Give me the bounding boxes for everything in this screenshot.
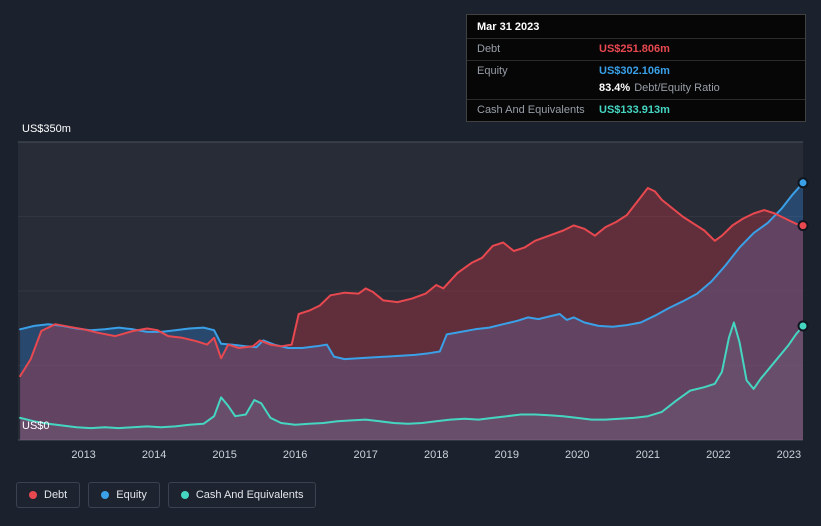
tooltip-ratio-label: Debt/Equity Ratio	[634, 82, 720, 94]
legend-item-equity[interactable]: Equity	[88, 482, 160, 508]
x-axis-label: 2021	[635, 449, 661, 461]
tooltip-debt-label: Debt	[477, 43, 501, 55]
x-axis-label: 2014	[141, 449, 167, 461]
tooltip-ratio-value: 83.4%	[599, 82, 631, 94]
x-axis-label: 2016	[282, 449, 308, 461]
tooltip-date: Mar 31 2023	[477, 21, 540, 33]
tooltip-cash-value: US$133.913m	[599, 104, 670, 116]
y-axis-max-label: US$350m	[22, 123, 71, 135]
legend-cash-label: Cash And Equivalents	[195, 489, 304, 501]
cash-legend-dot-icon	[180, 491, 189, 499]
x-axis-label: 2023	[776, 449, 802, 461]
tooltip-row-cash: Cash And Equivalents US$133.913m	[467, 99, 805, 121]
tooltip-row-equity: Equity US$302.106m	[467, 60, 805, 82]
chart-tooltip: Mar 31 2023 Debt US$251.806m Equity US$3…	[466, 14, 806, 122]
legend-item-debt[interactable]: Debt	[16, 482, 81, 508]
x-axis-label: 2019	[494, 449, 519, 461]
x-axis-label: 2015	[212, 449, 237, 461]
x-axis-label: 2018	[423, 449, 449, 461]
tooltip-equity-value: US$302.106m	[599, 65, 670, 77]
tooltip-equity-label: Equity	[477, 65, 508, 77]
y-axis-zero-label: US$0	[22, 420, 50, 432]
equity-legend-dot-icon	[101, 491, 110, 499]
debt-equity-chart-panel: Mar 31 2023 Debt US$251.806m Equity US$3…	[0, 0, 821, 526]
x-axis-label: 2022	[706, 449, 731, 461]
legend-debt-label: Debt	[44, 489, 68, 501]
chart-legend: Debt Equity Cash And Equivalents	[16, 482, 317, 508]
tooltip-cash-label: Cash And Equivalents	[477, 104, 585, 116]
x-axis-labels: 2013 2014 2015 2016 2017 2018 2019 2020 2021 2022…	[0, 449, 821, 465]
area-chart[interactable]	[18, 141, 809, 441]
x-axis-label: 2017	[353, 449, 378, 461]
tooltip-row-ratio: 83.4% Debt/Equity Ratio	[467, 82, 805, 99]
legend-item-cash[interactable]: Cash And Equivalents	[167, 482, 317, 508]
x-axis-label: 2013	[71, 449, 96, 461]
x-axis-label: 2020	[565, 449, 590, 461]
tooltip-row-debt: Debt US$251.806m	[467, 38, 805, 60]
legend-equity-label: Equity	[116, 489, 147, 501]
tooltip-debt-value: US$251.806m	[599, 43, 670, 55]
debt-legend-dot-icon	[29, 491, 37, 499]
